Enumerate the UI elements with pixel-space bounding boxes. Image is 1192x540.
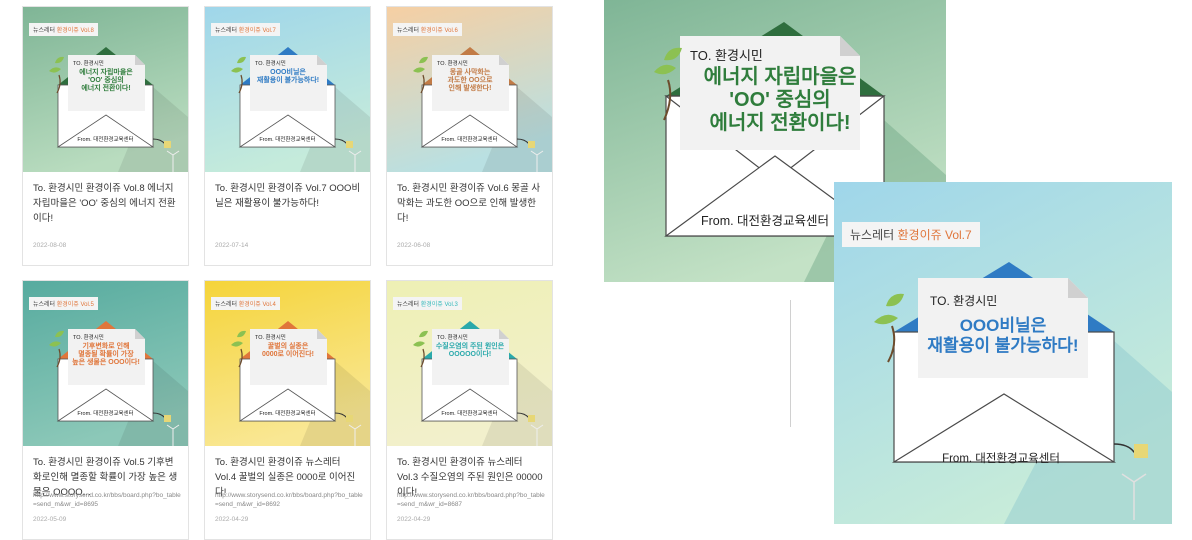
letter-from-text: From. 대전환경교육센터 (259, 411, 316, 417)
newsletter-card-date: 2022-06-08 (397, 242, 431, 249)
newsletter-card-vol7[interactable]: 뉴스레터 환경이쥬 Vol.7 TO. 환경시민 OOO비닐은 재활용이 불가능하… (204, 6, 371, 266)
newsletter-tag: 뉴스레터 환경이쥬 Vol.5 (29, 297, 98, 310)
newsletter-tag: 뉴스레터 환경이쥬 Vol.6 (393, 23, 462, 36)
letter-headline-line: 높은 생물은 OOO이다! (72, 359, 140, 367)
letter-headline: 수질오염의 주된 원인은 OOOOO이다! (388, 343, 552, 359)
letter-headline-line: 0000로 이어진다! (261, 351, 315, 359)
letter-headline-line: 재활용이 불가능하다! (256, 77, 320, 85)
newsletter-card-url[interactable]: http://www.storysend.co.kr/bbs/board.php… (215, 491, 363, 509)
letter-headline: 기후변화로 인해 멸종될 확률이 가장 높은 생물은 OOO이다! (24, 343, 188, 367)
newsletter-card-url[interactable]: http://www.storysend.co.kr/bbs/board.php… (33, 491, 181, 509)
letter-headline-line: 멸종될 확률이 가장 (78, 351, 134, 359)
newsletter-card-title[interactable]: To. 환경시민 환경이쥬 Vol.7 OOO비닐은 재활용이 불가능하다! (215, 181, 362, 211)
letter-headline-line: 몽골 사막화는 (449, 69, 491, 76)
newsletter-tag-prefix: 뉴스레터 (33, 28, 57, 34)
letter-from-text: From. 대전환경교육센터 (259, 137, 316, 143)
newsletter-tag-prefix: 뉴스레터 (397, 28, 421, 34)
newsletter-thumbnail[interactable]: 뉴스레터 환경이쥬 Vol.6 TO. 환경시민 몽골 사막화는 과도한 OO으로… (387, 7, 552, 172)
letter-from-text: From. 대전환경교육센터 (441, 411, 498, 417)
letter-headline: 꿀벌의 실종은 0000로 이어진다! (206, 343, 370, 359)
letter-headline-line: 'OO' 중심의 (729, 89, 831, 111)
letter-from-text: From. 대전환경교육센터 (77, 137, 134, 143)
newsletter-vol7-large-preview: 뉴스레터 환경이쥬 Vol.7 TO. 환경시민 OOO비닐은 재활용이 불가능… (834, 182, 1172, 524)
newsletter-card-date: 2022-05-09 (33, 516, 67, 523)
newsletter-tag-prefix: 뉴스레터 (33, 302, 57, 308)
letter-headline-line: 에너지 자립마을은 (703, 66, 857, 88)
letter-headline: 에너지 자립마을은 'OO' 중심의 에너지 전환이다! (24, 69, 188, 93)
newsletter-thumbnail[interactable]: 뉴스레터 환경이쥬 Vol.3 TO. 환경시민 수질오염의 주된 원인은 OOO… (387, 281, 552, 446)
newsletter-card-vol6[interactable]: 뉴스레터 환경이쥬 Vol.6 TO. 환경시민 몽골 사막화는 과도한 OO으로… (386, 6, 553, 266)
newsletter-tag: 뉴스레터 환경이쥬 Vol.4 (211, 297, 280, 310)
newsletter-tag-volume: 환경이쥬 Vol.8 (56, 28, 94, 34)
letter-to-text: TO. 환경시민 (690, 48, 763, 63)
newsletter-tag-volume: 환경이쥬 Vol.7 (238, 28, 276, 34)
letter-from-text: From. 대전환경교육센터 (942, 453, 1060, 465)
letter-headline-line: 재활용이 불가능하다! (927, 335, 1079, 355)
letter-headline-line: OOO비닐은 (959, 316, 1047, 335)
letter-headline-line: 수질오염의 주된 원인은 (435, 343, 505, 350)
letter-to-text: TO. 환경시민 (73, 61, 104, 67)
newsletter-tag: 뉴스레터 환경이쥬 Vol.8 (29, 23, 98, 36)
newsletter-thumbnail[interactable]: 뉴스레터 환경이쥬 Vol.5 TO. 환경시민 기후변화로 인해 멸종될 확률이… (23, 281, 188, 446)
letter-headline: 에너지 자립마을은 'OO' 중심의 에너지 전환이다! (614, 66, 946, 135)
letter-headline-line: 인해 발생한다! (448, 85, 492, 93)
letter-headline-line: 꿀벌의 실종은 (267, 343, 309, 350)
newsletter-card-date: 2022-04-29 (215, 516, 249, 523)
newsletter-tag: 뉴스레터 환경이쥬 Vol.7 (842, 222, 980, 247)
letter-to-text: TO. 환경시민 (437, 61, 468, 67)
letter-to-text: TO. 환경시민 (73, 335, 104, 341)
newsletter-tag: 뉴스레터 환경이쥬 Vol.3 (393, 297, 462, 310)
newsletter-card-url[interactable]: http://www.storysend.co.kr/bbs/board.php… (397, 491, 545, 509)
letter-headline-line: 에너지 전환이다! (81, 85, 131, 93)
newsletter-card-date: 2022-08-08 (33, 242, 67, 249)
letter-from-text: From. 대전환경교육센터 (77, 411, 134, 417)
letter-headline-line: 과도한 OO으로 (447, 77, 493, 85)
newsletter-tag-volume: 환경이쥬 Vol.6 (420, 28, 458, 34)
letter-headline: OOO비닐은 재활용이 불가능하다! (834, 316, 1172, 355)
newsletter-card-vol8[interactable]: 뉴스레터 환경이쥬 Vol.8 TO. 환경시민 에너지 자립마을은 'OO' 중… (22, 6, 189, 266)
letter-headline: 몽골 사막화는 과도한 OO으로 인해 발생한다! (388, 69, 552, 93)
letter-headline-line: OOO비닐은 (270, 69, 306, 76)
letter-to-text: TO. 환경시민 (255, 335, 286, 341)
letter-headline-line: 'OO' 중심의 (88, 77, 124, 85)
newsletter-tag: 뉴스레터 환경이쥬 Vol.7 (211, 23, 280, 36)
letter-headline: OOO비닐은 재활용이 불가능하다! (206, 69, 370, 85)
newsletter-thumbnail[interactable]: 뉴스레터 환경이쥬 Vol.8 TO. 환경시민 에너지 자립마을은 'OO' 중… (23, 7, 188, 172)
newsletter-card-date: 2022-07-14 (215, 242, 249, 249)
letter-to-text: TO. 환경시민 (930, 294, 998, 308)
newsletter-tag-prefix: 뉴스레터 (397, 302, 421, 308)
letter-headline-line: 에너지 전환이다! (709, 112, 851, 134)
letter-headline-line: 에너지 자립마을은 (79, 69, 133, 76)
letter-headline-line: 기후변화로 인해 (82, 343, 130, 350)
newsletter-card-date: 2022-04-29 (397, 516, 431, 523)
letter-to-text: TO. 환경시민 (437, 335, 468, 341)
newsletter-thumbnail[interactable]: 뉴스레터 환경이쥬 Vol.7 TO. 환경시민 OOO비닐은 재활용이 불가능하… (205, 7, 370, 172)
newsletter-card-vol4[interactable]: 뉴스레터 환경이쥬 Vol.4 TO. 환경시민 꿀벌의 실종은 0000로 이어… (204, 280, 371, 540)
newsletter-card-title[interactable]: To. 환경시민 환경이쥬 Vol.8 에너지자립마을은 'OO' 중심의 에너… (33, 181, 180, 226)
letter-headline-line: OOOOO이다! (448, 351, 492, 359)
newsletter-tag-volume: 환경이쥬 Vol.4 (238, 302, 276, 308)
newsletter-tag-prefix: 뉴스레터 (215, 28, 239, 34)
divider-line (790, 300, 791, 427)
newsletter-tag-prefix: 뉴스레터 (850, 228, 898, 242)
newsletter-card-vol5[interactable]: 뉴스레터 환경이쥬 Vol.5 TO. 환경시민 기후변화로 인해 멸종될 확률이… (22, 280, 189, 540)
newsletter-tag-volume: 환경이쥬 Vol.7 (897, 228, 972, 242)
letter-from-text: From. 대전환경교육센터 (441, 137, 498, 143)
newsletter-card-vol3[interactable]: 뉴스레터 환경이쥬 Vol.3 TO. 환경시민 수질오염의 주된 원인은 OOO… (386, 280, 553, 540)
newsletter-thumbnail[interactable]: 뉴스레터 환경이쥬 Vol.4 TO. 환경시민 꿀벌의 실종은 0000로 이어… (205, 281, 370, 446)
newsletter-tag-volume: 환경이쥬 Vol.5 (56, 302, 94, 308)
letter-to-text: TO. 환경시민 (255, 61, 286, 67)
newsletter-tag-prefix: 뉴스레터 (215, 302, 239, 308)
newsletter-card-title[interactable]: To. 환경시민 환경이쥬 Vol.6 몽골 사막화는 과도한 OO으로 인해 … (397, 181, 544, 226)
newsletter-tag-volume: 환경이쥬 Vol.3 (420, 302, 458, 308)
